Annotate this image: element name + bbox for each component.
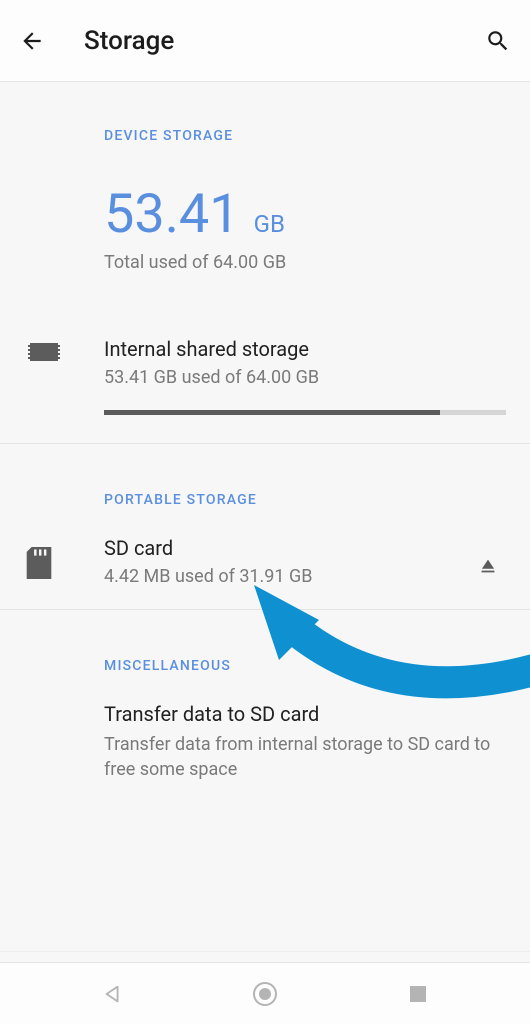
sd-title: SD card — [104, 536, 466, 560]
internal-title: Internal shared storage — [104, 337, 506, 361]
sd-card-icon — [26, 547, 52, 579]
device-storage-amount: 53.41 GB — [0, 144, 530, 242]
internal-progress — [104, 410, 506, 415]
internal-storage-row[interactable]: Internal shared storage 53.41 GB used of… — [0, 337, 530, 415]
nav-home-button[interactable] — [225, 976, 305, 1012]
search-button[interactable] — [484, 27, 512, 55]
device-storage-header: DEVICE STORAGE — [0, 82, 530, 144]
page-title: Storage — [84, 26, 484, 56]
divider — [0, 951, 530, 952]
portable-storage-header: PORTABLE STORAGE — [0, 444, 530, 508]
transfer-sub: Transfer data from internal storage to S… — [104, 732, 502, 782]
sd-card-row[interactable]: SD card 4.42 MB used of 31.91 GB — [0, 536, 530, 587]
system-navbar — [0, 962, 530, 1024]
internal-progress-bar — [104, 410, 440, 415]
device-used-unit: GB — [254, 210, 285, 238]
chip-icon — [26, 339, 62, 365]
eject-button[interactable] — [466, 547, 510, 577]
nav-back-button[interactable] — [73, 976, 153, 1012]
nav-recent-button[interactable] — [378, 976, 458, 1012]
eject-icon — [477, 555, 499, 577]
sd-sub: 4.42 MB used of 31.91 GB — [104, 566, 466, 587]
misc-header: MISCELLANEOUS — [0, 610, 530, 674]
transfer-title: Transfer data to SD card — [104, 702, 502, 726]
search-icon — [485, 28, 511, 54]
nav-back-icon — [102, 983, 124, 1005]
nav-home-icon — [252, 981, 278, 1007]
transfer-data-row[interactable]: Transfer data to SD card Transfer data f… — [0, 702, 530, 782]
device-total-line: Total used of 64.00 GB — [0, 242, 530, 273]
device-used-value: 53.41 — [104, 188, 240, 242]
nav-recent-icon — [408, 984, 428, 1004]
back-button[interactable] — [18, 27, 46, 55]
content: DEVICE STORAGE 53.41 GB Total used of 64… — [0, 82, 530, 802]
appbar: Storage — [0, 0, 530, 82]
internal-sub: 53.41 GB used of 64.00 GB — [104, 367, 506, 388]
back-arrow-icon — [19, 28, 45, 54]
